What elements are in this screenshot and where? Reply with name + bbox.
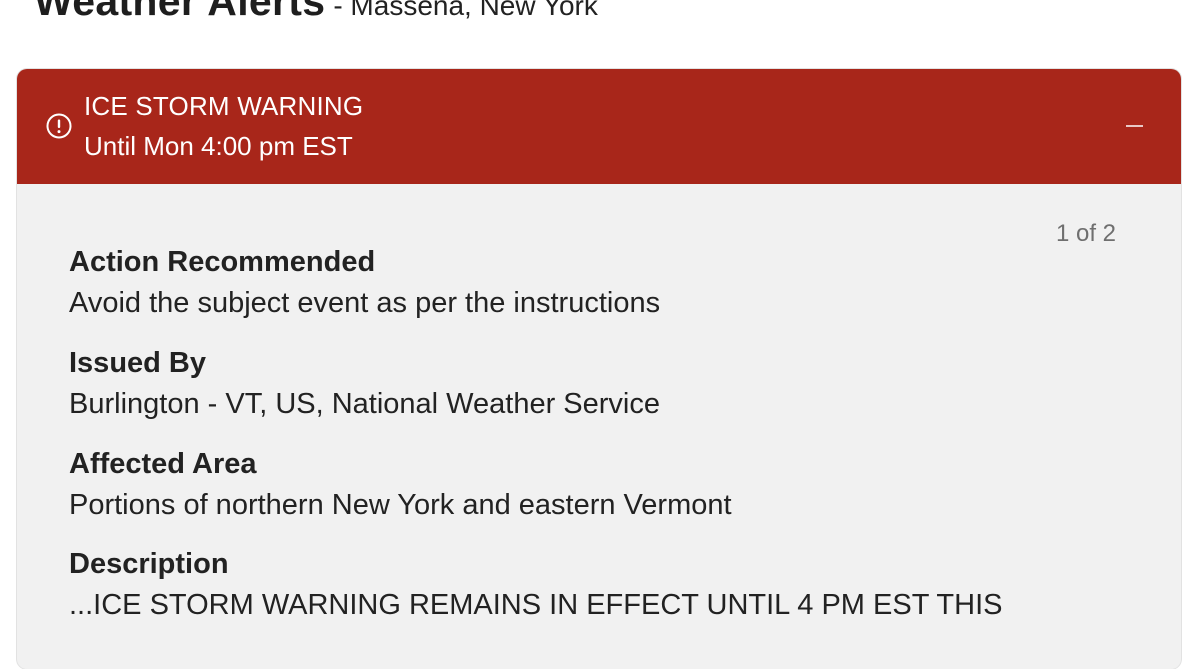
alert-card: ICE STORM WARNING Until Mon 4:00 pm EST … xyxy=(17,69,1181,669)
field-affected-area: Affected Area Portions of northern New Y… xyxy=(69,445,732,527)
field-action-recommended: Action Recommended Avoid the subject eve… xyxy=(69,243,660,325)
field-description: Description ...ICE STORM WARNING REMAINS… xyxy=(69,545,1002,627)
alert-body: 1 of 2 Action Recommended Avoid the subj… xyxy=(17,184,1181,669)
alert-expiry: Until Mon 4:00 pm EST xyxy=(84,131,353,161)
alert-circle-icon xyxy=(46,113,72,139)
field-value: ...ICE STORM WARNING REMAINS IN EFFECT U… xyxy=(69,589,1003,621)
location-subtitle: - Massena, New York xyxy=(333,0,598,21)
field-label: Description xyxy=(69,548,229,580)
collapse-button[interactable] xyxy=(1119,109,1149,139)
minus-icon xyxy=(1126,125,1143,127)
field-label: Action Recommended xyxy=(69,246,376,278)
field-label: Issued By xyxy=(69,347,206,379)
page-title: Weather Alerts xyxy=(34,0,326,24)
field-value: Avoid the subject event as per the instr… xyxy=(69,287,661,319)
alert-header[interactable]: ICE STORM WARNING Until Mon 4:00 pm EST xyxy=(17,69,1181,184)
alert-pager: 1 of 2 xyxy=(1055,220,1116,247)
field-label: Affected Area xyxy=(69,448,257,480)
field-issued-by: Issued By Burlington - VT, US, National … xyxy=(69,344,660,426)
page-header: Weather Alerts - Massena, New York xyxy=(34,0,598,38)
field-value: Portions of northern New York and easter… xyxy=(69,489,732,521)
field-value: Burlington - VT, US, National Weather Se… xyxy=(69,388,661,420)
alert-title: ICE STORM WARNING xyxy=(84,91,364,121)
